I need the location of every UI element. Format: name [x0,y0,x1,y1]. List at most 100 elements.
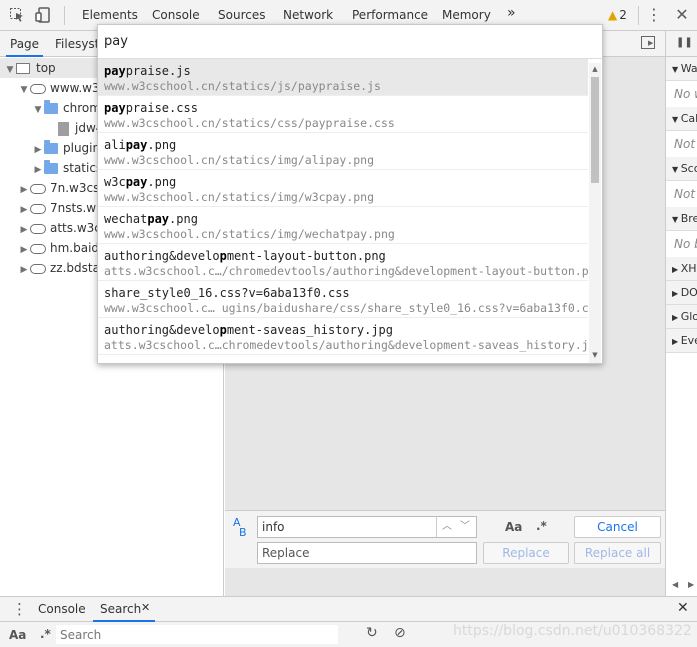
scroll-up-icon[interactable]: ▲ [591,65,599,73]
drawer-tab-search[interactable]: Search ✕ [93,597,155,622]
match-case-button[interactable]: Aa [505,520,522,534]
collapsed-arrow-icon[interactable]: ▶ [672,289,681,298]
result-item[interactable]: paypraise.css www.w3cschool.cn/statics/cs… [98,96,588,133]
sidebar-section-label: Wa [680,62,697,75]
debugger-toolbar: ❚❚ [666,31,697,57]
result-item[interactable]: w3cpay.png www.w3cschool.cn/statics/img/w… [98,170,588,207]
result-item[interactable]: wechatpay.png www.w3cschool.cn/statics/im… [98,207,588,244]
result-url: www.w3cschool.cn/statics/js/paypraise.js [104,79,381,93]
scroll-down-icon[interactable]: ▼ [591,351,599,359]
expanded-arrow-icon[interactable]: ▼ [32,100,44,118]
result-url: atts.w3cschool.c…/chromedevtools/authori… [104,264,588,278]
sidebar-section-header[interactable]: ▶ DO [666,281,697,305]
quick-open-input[interactable]: pay [98,25,602,59]
close-drawer-icon[interactable]: ✕ [677,600,689,616]
replace-all-button[interactable]: Replace all [574,542,661,564]
toolbar-divider [64,6,65,25]
result-url: www.w3cschool.cn/statics/css/paypraise.c… [104,116,395,130]
tab-memory[interactable]: Memory [442,8,491,22]
collapsed-arrow-icon[interactable]: ▶ [32,140,44,158]
cloud-icon [30,183,46,194]
sidebar-section-label: XH [680,262,697,275]
collapsed-arrow-icon[interactable]: ▶ [18,180,30,198]
sidebar-section-header[interactable]: ▼ Cal [666,107,697,131]
drawer-menu-icon[interactable]: ⋮ [12,600,27,618]
find-input[interactable]: info ︿ ﹀ [257,516,477,538]
more-tabs-button[interactable]: » [507,5,516,21]
collapsed-arrow-icon[interactable]: ▶ [32,160,44,178]
sidebar-section-body: Not p [674,137,697,151]
warnings-count: 2 [619,8,627,22]
kebab-menu-icon[interactable]: ⋮ [646,7,662,23]
device-toolbar-icon[interactable] [35,7,51,23]
drawer-tab-console[interactable]: Console [38,602,86,616]
sidebar-scrollbar[interactable]: ◀ ▶ [666,577,697,591]
regex-button[interactable]: .* [536,519,547,533]
next-match-icon[interactable]: ﹀ [460,517,470,537]
result-title-part: ment-saveas_history.jpg [226,323,393,337]
collapsed-arrow-icon[interactable]: ▶ [18,220,30,238]
expanded-arrow-icon[interactable]: ▼ [672,115,681,124]
match-case-button[interactable]: Aa [9,628,26,642]
toolbar-divider [638,6,639,25]
replace-button[interactable]: Replace [483,542,569,564]
previous-match-icon[interactable]: ︿ [442,517,452,537]
result-title-match: pay [125,138,148,152]
scroll-left-icon[interactable]: ◀ [672,580,678,589]
tab-sources[interactable]: Sources [218,8,265,22]
tab-network[interactable]: Network [283,8,333,22]
collapsed-arrow-icon[interactable]: ▶ [672,337,681,346]
expanded-arrow-icon[interactable]: ▼ [18,80,30,98]
inspect-element-icon[interactable] [9,7,25,23]
collapsed-arrow-icon[interactable]: ▶ [18,240,30,258]
scrollbar-thumb[interactable] [591,77,599,183]
collapsed-arrow-icon[interactable]: ▶ [18,200,30,218]
result-title-part: ali [104,138,126,152]
expanded-arrow-icon[interactable]: ▼ [4,60,16,78]
sidebar-section-header[interactable]: ▶ Eve [666,329,697,353]
collapsed-arrow-icon[interactable]: ▶ [672,265,681,274]
toggle-debugger-icon[interactable]: ▶ [641,36,655,49]
replace-input[interactable]: Replace [257,542,477,564]
cloud-icon [30,243,46,254]
search-input[interactable]: Search [56,625,338,644]
replace-toggle-icon[interactable]: AB [233,517,247,538]
expanded-arrow-icon[interactable]: ▼ [672,165,681,174]
collapsed-arrow-icon[interactable]: ▶ [18,260,30,278]
tab-performance[interactable]: Performance [352,8,428,22]
refresh-icon[interactable]: ↻ [366,625,378,641]
result-item[interactable]: authoring&development-layout-button.png a… [98,244,588,281]
result-title-part: .png [147,138,177,152]
scroll-right-icon[interactable]: ▶ [688,580,694,589]
result-item[interactable]: authoring&development-saveas_history.jpg… [98,318,588,355]
tab-elements[interactable]: Elements [82,8,138,22]
find-replace-bar: AB info ︿ ﹀ Aa .* Cancel Replace Replace… [225,510,665,568]
result-title: wechatpay.png [104,212,198,226]
warnings-badge[interactable]: ▲ 2 [608,8,627,22]
sidebar-section-header[interactable]: ▼ Bre [666,207,697,231]
results-scrollbar[interactable]: ▲ ▼ [589,63,601,363]
cancel-button[interactable]: Cancel [574,516,661,538]
tab-console[interactable]: Console [152,8,200,22]
sidebar-section-header[interactable]: ▶ Glo [666,305,697,329]
result-item[interactable]: alipay.png www.w3cschool.cn/statics/img/a… [98,133,588,170]
result-title-match: p [219,323,227,337]
pause-icon[interactable]: ❚❚ [676,37,693,48]
clear-icon[interactable]: ⊘ [394,625,406,641]
collapsed-arrow-icon[interactable]: ▶ [672,313,681,322]
close-tab-icon[interactable]: ✕ [141,601,150,614]
folder-icon [44,100,58,114]
close-icon[interactable]: ✕ [674,7,690,23]
sidebar-section-header[interactable]: ▼ Sco [666,157,697,181]
tab-page[interactable]: Page [5,37,44,57]
result-title-part: w3c [104,175,126,189]
expanded-arrow-icon[interactable]: ▼ [672,215,681,224]
sidebar-section-header[interactable]: ▶ XH [666,257,697,281]
sidebar-section-header[interactable]: ▼ Wa [666,57,697,81]
regex-button[interactable]: .* [40,627,51,641]
result-item[interactable]: paypraise.js www.w3cschool.cn/statics/js/… [98,59,588,96]
sidebar-section-label: Glo [680,310,697,323]
drawer-tabs: ⋮ Console Search ✕ ✕ [0,596,697,622]
expanded-arrow-icon[interactable]: ▼ [672,65,681,74]
result-item[interactable]: share_style0_16.css?v=6aba13f0.css www.w3… [98,281,588,318]
